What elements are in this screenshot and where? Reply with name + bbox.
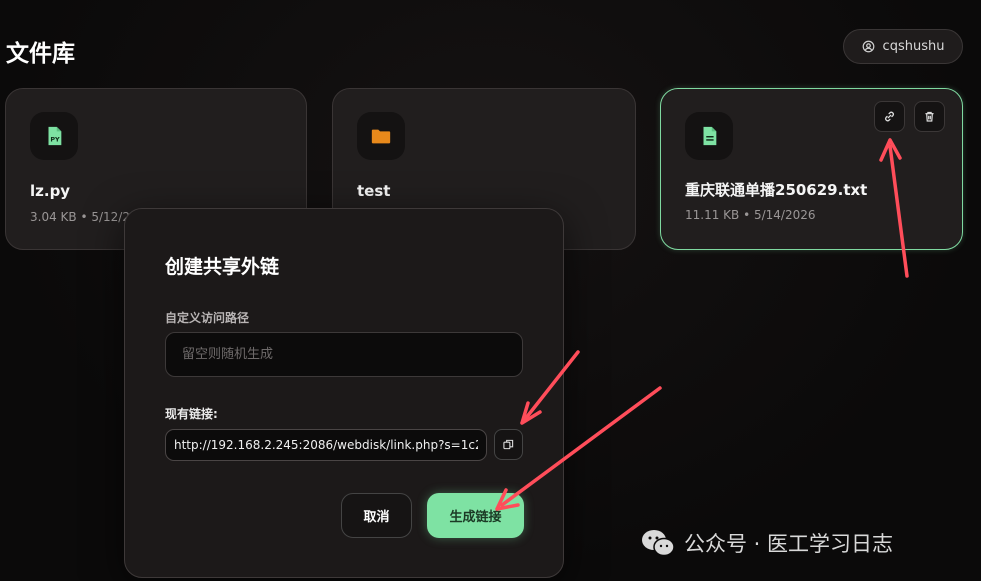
page-title: 文件库 bbox=[6, 41, 75, 67]
link-icon bbox=[885, 111, 894, 122]
file-card-txt[interactable]: 重庆联通单播250629.txt 11.11 KB • 5/14/2026 bbox=[660, 88, 963, 250]
file-name: test bbox=[357, 182, 391, 200]
python-file-icon: PY bbox=[30, 112, 78, 160]
wechat-icon bbox=[642, 530, 675, 557]
existing-link-field[interactable] bbox=[165, 429, 487, 461]
cancel-button[interactable]: 取消 bbox=[341, 493, 412, 538]
share-link-dialog: 创建共享外链 自定义访问路径 现有链接: 取消 生成链接 bbox=[124, 208, 564, 578]
share-link-button[interactable] bbox=[874, 101, 905, 132]
copy-icon bbox=[503, 439, 514, 450]
dialog-title: 创建共享外链 bbox=[165, 256, 280, 278]
custom-path-input[interactable] bbox=[165, 332, 523, 377]
existing-link-label: 现有链接: bbox=[165, 407, 218, 421]
username: cqshushu bbox=[882, 39, 945, 54]
generate-link-button[interactable]: 生成链接 bbox=[427, 493, 524, 538]
copy-link-button[interactable] bbox=[494, 429, 523, 460]
file-name: lz.py bbox=[30, 182, 71, 200]
watermark: 公众号 · 医工学习日志 bbox=[640, 528, 893, 558]
custom-path-label: 自定义访问路径 bbox=[165, 311, 250, 325]
user-icon bbox=[862, 40, 874, 53]
user-chip[interactable]: cqshushu bbox=[843, 29, 963, 64]
delete-button[interactable] bbox=[914, 101, 945, 132]
trash-icon bbox=[925, 111, 934, 122]
file-meta: 11.11 KB • 5/14/2026 bbox=[685, 208, 816, 222]
text-file-icon bbox=[685, 112, 733, 160]
watermark-text: 公众号 · 医工学习日志 bbox=[684, 532, 894, 556]
page: 文件库 cqshushu PY lz.py 3.04 KB • 5/12/202… bbox=[0, 0, 981, 581]
svg-text:PY: PY bbox=[50, 136, 60, 144]
file-name: 重庆联通单播250629.txt bbox=[685, 181, 868, 199]
folder-icon bbox=[357, 112, 405, 160]
